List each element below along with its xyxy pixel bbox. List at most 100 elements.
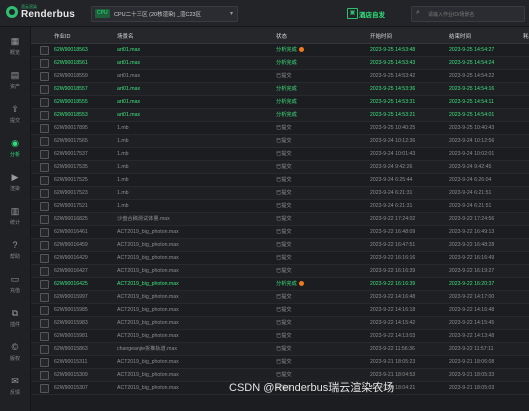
table-row[interactable]: 62W90018557 art01.max 分析完成 2023-9-25 14:53:… — [31, 83, 529, 96]
header-job-id[interactable]: 作业ID — [54, 32, 71, 40]
header-status[interactable]: 状态 — [276, 32, 287, 40]
status-cell-text: 已提交 — [276, 372, 292, 378]
scene-cell: 1.mb — [117, 190, 129, 196]
status-cell-text: 已提交 — [276, 138, 292, 144]
sidebar-item-9[interactable]: © 版权 — [0, 338, 30, 366]
table-row[interactable]: 62W90016427 ACT2019_big_photon.max 已提交 2023… — [31, 265, 529, 278]
status-cell: 已提交 — [276, 346, 292, 352]
row-checkbox[interactable] — [40, 85, 49, 94]
table-row[interactable]: 62W90018561 art01.max 分析完成 2023-9-25 14:53:… — [31, 57, 529, 70]
table-row[interactable]: 62W90015983 ACT2019_big_photon.max 已提交 2023… — [31, 317, 529, 330]
row-checkbox[interactable] — [40, 345, 49, 354]
row-checkbox[interactable] — [40, 124, 49, 133]
sidebar-item-8[interactable]: ⧉ 插件 — [0, 304, 30, 332]
sidebar-item-3[interactable]: ◉ 分析 — [0, 134, 30, 162]
row-checkbox[interactable] — [40, 384, 49, 393]
table-row[interactable]: 62W90016425 ACT2019_big_photon.max 分析完成 202… — [31, 278, 529, 291]
sidebar-item-4[interactable]: ▶ 渲染 — [0, 168, 30, 196]
header-end-time[interactable]: 结束时间 — [449, 32, 471, 40]
row-checkbox[interactable] — [40, 163, 49, 172]
row-checkbox[interactable] — [40, 371, 49, 380]
table-row[interactable]: 62W90017535 1.mb 已提交 2023-9-24 9:42:26 2023-… — [31, 161, 529, 174]
end-time-cell-text: 2023-9-24 6:26:04 — [449, 177, 492, 183]
table-row[interactable]: 62W90017537 1.mb 已提交 2023-9-24 10:01:43 2023… — [31, 148, 529, 161]
scene-cell: ACT2019_big_photon.max — [117, 255, 179, 261]
sidebar-item-7[interactable]: ▭ 充值 — [0, 270, 30, 298]
row-checkbox[interactable] — [40, 280, 49, 289]
job-id-cell-text: 62W90016429 — [54, 255, 88, 261]
sidebar-item-6[interactable]: ? 帮助 — [0, 236, 30, 264]
sidebar-item-0[interactable]: ▦ 概览 — [0, 32, 30, 60]
row-checkbox[interactable] — [40, 202, 49, 211]
job-id-cell: 62W90015997 — [54, 294, 88, 300]
status-cell-text: 已提交 — [276, 73, 292, 79]
help-icon: ? — [12, 240, 18, 250]
status-cell: 已提交 — [276, 229, 292, 235]
start-time-cell: 2023-9-25 14:53:42 — [370, 73, 415, 79]
start-time-cell-text: 2023-9-22 16:47:51 — [370, 242, 416, 248]
row-checkbox[interactable] — [40, 319, 49, 328]
row-checkbox[interactable] — [40, 267, 49, 276]
scene-cell: 沙盘合稿测试体量.max — [117, 216, 170, 222]
table-row[interactable]: 62W90017565 1.mb 已提交 2023-9-24 10:12:36 2023… — [31, 135, 529, 148]
row-checkbox[interactable] — [40, 332, 49, 341]
row-checkbox[interactable] — [40, 293, 49, 302]
table-row[interactable]: 62W90018555 art01.max 分析完成 2023-9-25 14:53:… — [31, 96, 529, 109]
start-time-cell-text: 2023-9-21 18:05:23 — [370, 359, 416, 365]
table-row[interactable]: 62W90017521 1.mb 已提交 2023-9-24 6:21:31 2023-… — [31, 200, 529, 213]
job-id-cell-text: 62W90017565 — [54, 138, 88, 144]
table-row[interactable]: 62W90018559 art01.max 已提交 2023-9-25 14:53:4… — [31, 70, 529, 83]
row-checkbox[interactable] — [40, 254, 49, 263]
row-checkbox[interactable] — [40, 228, 49, 237]
sidebar-item-2[interactable]: ⇪ 提交 — [0, 100, 30, 128]
sidebar-item-10[interactable]: ✉ 反馈 — [0, 372, 30, 400]
table-row[interactable]: 62W90015985 ACT2019_big_photon.max 已提交 2023… — [31, 304, 529, 317]
row-checkbox[interactable] — [40, 176, 49, 185]
row-checkbox[interactable] — [40, 111, 49, 120]
renderbus-logo-icon — [6, 6, 18, 18]
sidebar-item-1[interactable]: ▤ 资产 — [0, 66, 30, 94]
start-time-cell-text: 2023-9-25 14:53:21 — [370, 112, 416, 118]
sidebar-item-5[interactable]: ▥ 统计 — [0, 202, 30, 230]
row-checkbox[interactable] — [40, 358, 49, 367]
row-checkbox[interactable] — [40, 189, 49, 198]
row-checkbox[interactable] — [40, 98, 49, 107]
row-checkbox[interactable] — [40, 46, 49, 55]
row-checkbox[interactable] — [40, 72, 49, 81]
table-row[interactable]: 62W90015997 ACT2019_big_photon.max 已提交 2023… — [31, 291, 529, 304]
row-checkbox[interactable] — [40, 215, 49, 224]
table-row[interactable]: 62W90017523 1.mb 已提交 2023-9-24 6:21:31 2023-… — [31, 187, 529, 200]
status-cell: 已提交 — [276, 307, 292, 313]
row-checkbox[interactable] — [40, 137, 49, 146]
table-row[interactable]: 62W90016461 ACT2019_big_photon.max 已提交 2023… — [31, 226, 529, 239]
warning-icon[interactable] — [298, 281, 304, 286]
scene-cell: ACT2019_big_photon.max — [117, 359, 179, 365]
table-row[interactable]: 62W90015981 ACT2019_big_photon.max 已提交 2023… — [31, 330, 529, 343]
table-row[interactable]: 62W90015863 changeanjie拆推轨道.max 已提交 2023-9-… — [31, 343, 529, 356]
table-row[interactable]: 62W90016825 沙盘合稿测试体量.max 已提交 2023-9-22 17:2… — [31, 213, 529, 226]
sidebar-item-label: 充值 — [9, 288, 20, 294]
header-duration[interactable]: 耗 — [523, 32, 529, 40]
start-time-cell: 2023-9-22 14:15:42 — [370, 320, 415, 326]
table-row[interactable]: 62W90015311 ACT2019_big_photon.max 已提交 2023… — [31, 356, 529, 369]
start-time-cell-text: 2023-9-22 14:15:42 — [370, 320, 416, 326]
job-id-cell: 62W90017535 — [54, 164, 88, 170]
table-row[interactable]: 62W90016459 ACT2019_big_photon.max 已提交 2023… — [31, 239, 529, 252]
region-selector[interactable]: CPU CPU二十三区 (20核渲染) _渲C23区 ▾ — [91, 6, 238, 22]
header-scene[interactable]: 场景名 — [117, 32, 134, 40]
table-row[interactable]: 62W90016429 ACT2019_big_photon.max 已提交 2023… — [31, 252, 529, 265]
warning-icon[interactable] — [298, 47, 304, 52]
status-cell-text: 分析完成 — [276, 281, 297, 287]
end-time-cell-text: 2023-9-24 10:12:56 — [449, 138, 495, 144]
row-checkbox[interactable] — [40, 306, 49, 315]
table-row[interactable]: 62W90017525 1.mb 已提交 2023-9-24 6:25:44 2023-… — [31, 174, 529, 187]
header-start-time[interactable]: 开始时间 — [370, 32, 392, 40]
row-checkbox[interactable] — [40, 150, 49, 159]
table-row[interactable]: 62W90018553 art01.max 分析完成 2023-9-25 14:53:… — [31, 109, 529, 122]
search-input[interactable]: ⌕ 请输入作业ID/场景名 — [411, 6, 525, 22]
row-checkbox[interactable] — [40, 241, 49, 250]
hotel-button[interactable]: ▣ 酒店自发 — [345, 6, 395, 20]
row-checkbox[interactable] — [40, 59, 49, 68]
table-row[interactable]: 62W90018563 art01.max 分析完成 2023-9-25 14:53:… — [31, 44, 529, 57]
table-row[interactable]: 62W90017895 1.mb 已提交 2023-9-25 10:40:25 2023… — [31, 122, 529, 135]
